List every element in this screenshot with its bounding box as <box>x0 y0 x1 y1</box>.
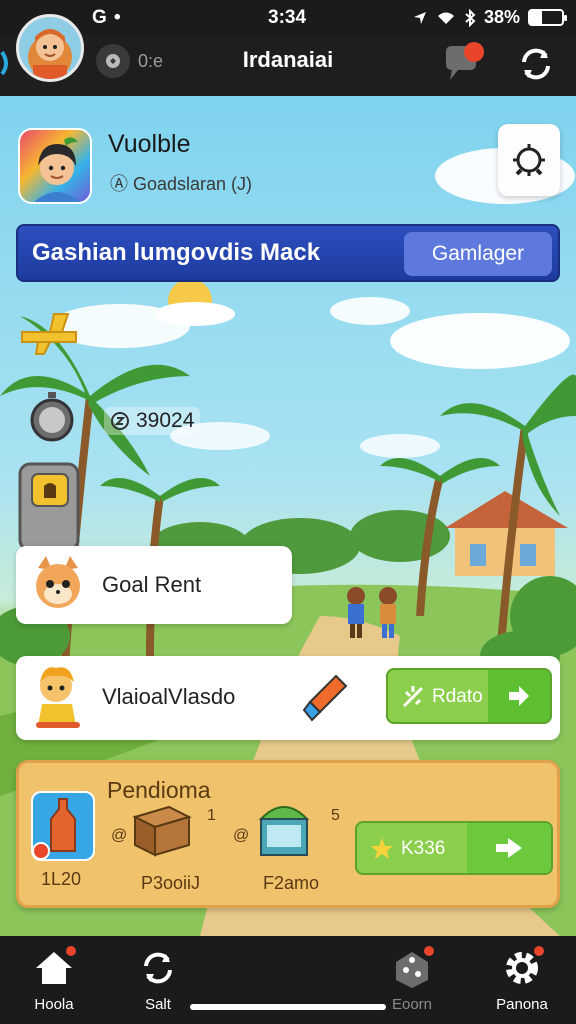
chat-button[interactable] <box>440 40 488 88</box>
battery-icon <box>528 9 567 26</box>
claim-label: K336 <box>401 838 446 859</box>
sync-icon <box>136 946 180 990</box>
crate-icon <box>132 805 192 857</box>
claim-button[interactable]: K336 <box>355 821 553 875</box>
nav-item-settings[interactable]: Panona <box>476 944 568 1018</box>
wifi-icon <box>437 12 454 24</box>
status-bar: G • 3:34 38% <box>0 0 576 34</box>
chat-bubble-icon <box>446 42 484 80</box>
refresh-icon <box>522 48 550 80</box>
notification-badge <box>64 944 78 958</box>
sparkle-icon <box>402 686 424 708</box>
shop-icon <box>258 806 310 856</box>
task-action-button[interactable]: Rdato <box>386 668 552 724</box>
settings-target-button[interactable] <box>498 124 560 196</box>
task-button-label: Rdato <box>432 686 483 707</box>
airplane-icon <box>21 313 77 355</box>
app-header: 0:e Irdanaiai <box>0 14 576 96</box>
arrow-right-icon <box>488 670 550 722</box>
nav-label: Panona <box>496 996 548 1013</box>
battery-percent: 38% <box>483 7 520 27</box>
profile-avatar[interactable] <box>18 128 92 204</box>
player-profile[interactable]: Vuolble Ⓐ Goadslaran (J) <box>18 128 558 208</box>
profile-subtitle: Ⓐ Goadslaran (J) <box>110 174 253 194</box>
item-count-prefix: @ <box>233 827 250 844</box>
pending-panel: Pendioma 1L20 @ 1 P3ooiiJ @ 5 F2amo K336 <box>16 760 560 908</box>
coin-value: 39024 <box>136 409 195 432</box>
kid-character-icon <box>36 667 80 728</box>
home-indicator[interactable] <box>190 1004 386 1010</box>
item-count: 1 <box>207 807 216 824</box>
airplane-shortcut[interactable] <box>18 308 80 363</box>
pending-title: Pendioma <box>107 777 211 803</box>
locker-icon <box>18 462 80 552</box>
compass-icon <box>513 144 545 176</box>
notification-badge <box>422 944 436 958</box>
dice-icon <box>390 944 436 990</box>
goal-label: Goal Rent <box>102 572 202 597</box>
task-card[interactable]: VlaioalVlasdo Rdato <box>16 656 560 740</box>
item-label: P3ooiiJ <box>141 873 201 893</box>
location-icon <box>413 11 426 24</box>
pending-main-value: 1L20 <box>41 869 82 889</box>
status-time: 3:34 <box>268 7 307 28</box>
timer-shortcut[interactable] <box>28 390 76 449</box>
coin-counter: 39024 <box>104 407 201 435</box>
inventory-shortcut[interactable] <box>18 462 80 557</box>
bottle-icon <box>32 798 76 860</box>
nav-label: Hoola <box>34 996 74 1013</box>
pending-main-item[interactable] <box>31 791 95 861</box>
bluetooth-icon <box>465 8 476 27</box>
refresh-button[interactable] <box>514 42 558 86</box>
banner-button[interactable]: Gamlager <box>404 232 552 276</box>
banner-text: Gashian lumgovdis Mack <box>32 239 321 266</box>
hammer-tool-icon <box>302 674 348 722</box>
promo-banner[interactable]: Gashian lumgovdis Mack Gamlager <box>16 224 560 282</box>
status-icons: 38% <box>412 7 567 28</box>
item-count: 5 <box>331 807 340 824</box>
item-count-prefix: @ <box>111 827 128 844</box>
gear-icon <box>500 944 546 990</box>
game-scene[interactable]: Vuolble Ⓐ Goadslaran (J) Gashian lumgovd… <box>0 96 576 936</box>
profile-name: Vuolble <box>108 130 191 158</box>
arrow-right-icon <box>467 823 551 873</box>
pet-icon <box>36 556 80 608</box>
task-label: VlaioalVlasdo <box>102 684 236 709</box>
star-icon <box>371 838 393 859</box>
goal-card[interactable]: Goal Rent <box>16 546 292 624</box>
page-title: Irdanaiai <box>242 47 334 72</box>
coin-icon <box>111 412 129 430</box>
bottom-nav: Hoola Salt Eoorn Panona <box>0 936 576 1024</box>
nav-item-home[interactable]: Hoola <box>8 944 100 1018</box>
home-icon <box>32 944 78 990</box>
stopwatch-icon <box>30 392 74 442</box>
item-label: F2amo <box>263 873 320 893</box>
status-carrier: G • <box>92 7 122 28</box>
notification-badge <box>532 944 546 958</box>
